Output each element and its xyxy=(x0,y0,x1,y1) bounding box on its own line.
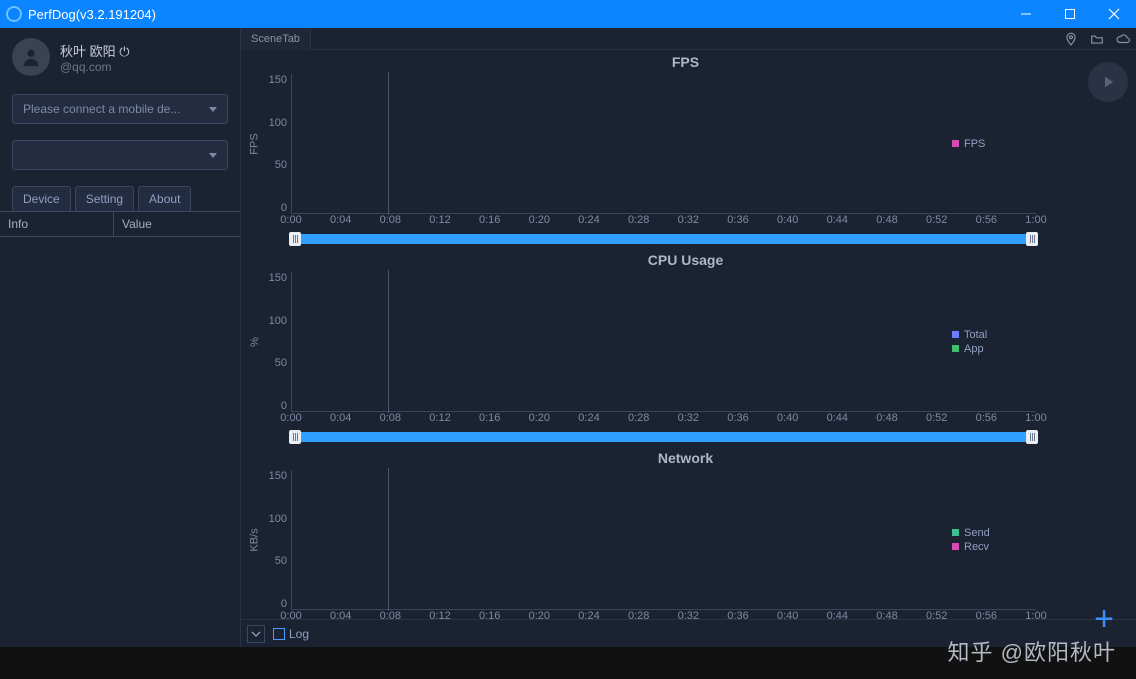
tab-setting[interactable]: Setting xyxy=(75,186,134,211)
chart-title: CPU Usage xyxy=(245,252,1126,272)
legend-swatch xyxy=(952,543,959,550)
time-range-slider[interactable] xyxy=(291,432,1036,442)
cloud-icon[interactable] xyxy=(1110,28,1136,50)
location-icon[interactable] xyxy=(1058,28,1084,50)
plot-area[interactable]: FPS xyxy=(291,74,1036,214)
x-axis: 0:000:040:080:120:160:200:240:280:320:36… xyxy=(291,214,1036,230)
plot-area[interactable]: Send Recv xyxy=(291,470,1036,610)
y-axis-label: KB/s xyxy=(249,528,261,551)
main-area: SceneTab FPSFPS150100500FPS0:000:040:080… xyxy=(241,28,1136,647)
tab-about[interactable]: About xyxy=(138,186,191,211)
charts-area: FPSFPS150100500FPS0:000:040:080:120:160:… xyxy=(241,50,1136,619)
folder-icon[interactable] xyxy=(1084,28,1110,50)
log-checkbox[interactable] xyxy=(273,628,285,640)
legend-item: FPS xyxy=(952,138,1036,150)
y-axis: 150100500 xyxy=(265,74,291,214)
window-title: PerfDog(v3.2.191204) xyxy=(28,7,156,22)
time-cursor[interactable] xyxy=(388,468,389,611)
legend-item: App xyxy=(952,343,1036,355)
slider-handle-left[interactable] xyxy=(289,430,301,444)
app-body: 秋叶 欧阳 ⏻ @qq.com Please connect a mobile … xyxy=(0,28,1136,647)
slider-handle-right[interactable] xyxy=(1026,430,1038,444)
info-table-header: Info Value xyxy=(0,211,240,237)
x-axis: 0:000:040:080:120:160:200:240:280:320:36… xyxy=(291,412,1036,428)
value-col-header: Value xyxy=(114,212,240,236)
y-axis-label: FPS xyxy=(249,133,261,154)
legend-swatch xyxy=(952,331,959,338)
chart-block: FPSFPS150100500FPS0:000:040:080:120:160:… xyxy=(245,54,1126,252)
y-axis: 150100500 xyxy=(265,470,291,610)
scene-tab-button[interactable]: SceneTab xyxy=(241,28,311,50)
chart-block: CPU Usage% 150100500 Total App 0:000:040:080… xyxy=(245,252,1126,450)
user-block: 秋叶 欧阳 ⏻ @qq.com xyxy=(0,28,240,86)
slider-handle-left[interactable] xyxy=(289,232,301,246)
device-dropdown-label: Please connect a mobile de... xyxy=(23,102,180,116)
maximize-button[interactable] xyxy=(1048,0,1092,28)
x-axis: 0:000:040:080:120:160:200:240:280:320:36… xyxy=(291,610,1036,619)
info-table-body xyxy=(0,237,240,647)
legend-item: Send xyxy=(952,527,1036,539)
y-axis: 150100500 xyxy=(265,272,291,412)
sidebar-tab-row: Device Setting About xyxy=(12,186,228,211)
sidebar: 秋叶 欧阳 ⏻ @qq.com Please connect a mobile … xyxy=(0,28,241,647)
log-toggle[interactable]: Log xyxy=(273,627,309,641)
collapse-button[interactable] xyxy=(247,625,265,643)
legend-label: App xyxy=(964,343,984,355)
close-button[interactable] xyxy=(1092,0,1136,28)
legend-swatch xyxy=(952,529,959,536)
time-range-slider[interactable] xyxy=(291,234,1036,244)
legend: FPS xyxy=(952,136,1036,152)
slider-handle-right[interactable] xyxy=(1026,232,1038,246)
device-dropdown[interactable]: Please connect a mobile de... xyxy=(12,94,228,124)
info-col-header: Info xyxy=(0,212,114,236)
titlebar: PerfDog(v3.2.191204) xyxy=(0,0,1136,28)
y-axis-label: % xyxy=(249,337,261,347)
app-icon xyxy=(6,6,22,22)
plot-area[interactable]: Total App xyxy=(291,272,1036,412)
legend-swatch xyxy=(952,345,959,352)
avatar[interactable] xyxy=(12,38,50,76)
user-name: 秋叶 欧阳 ⏻ xyxy=(60,41,130,60)
tab-device[interactable]: Device xyxy=(12,186,71,211)
main-toolbar: SceneTab xyxy=(241,28,1136,50)
legend-item: Total xyxy=(952,329,1036,341)
legend: Total App xyxy=(952,327,1036,357)
time-cursor[interactable] xyxy=(388,72,389,215)
legend-label: Send xyxy=(964,527,990,539)
legend-label: Recv xyxy=(964,541,989,553)
process-dropdown[interactable] xyxy=(12,140,228,170)
chevron-down-icon xyxy=(209,107,217,112)
chevron-down-icon xyxy=(209,153,217,158)
legend-label: Total xyxy=(964,329,987,341)
chart-title: Network xyxy=(245,450,1126,470)
user-email: @qq.com xyxy=(60,60,130,74)
chart-block: Network KB/s 150100500 Send Recv 0:000:040:08… xyxy=(245,450,1126,619)
legend-label: FPS xyxy=(964,138,985,150)
time-cursor[interactable] xyxy=(388,270,389,413)
log-label: Log xyxy=(289,627,309,641)
chart-title: FPS xyxy=(245,54,1126,74)
legend-item: Recv xyxy=(952,541,1036,553)
footer: Log xyxy=(241,619,1136,647)
minimize-button[interactable] xyxy=(1004,0,1048,28)
legend-swatch xyxy=(952,140,959,147)
legend: Send Recv xyxy=(952,525,1036,555)
